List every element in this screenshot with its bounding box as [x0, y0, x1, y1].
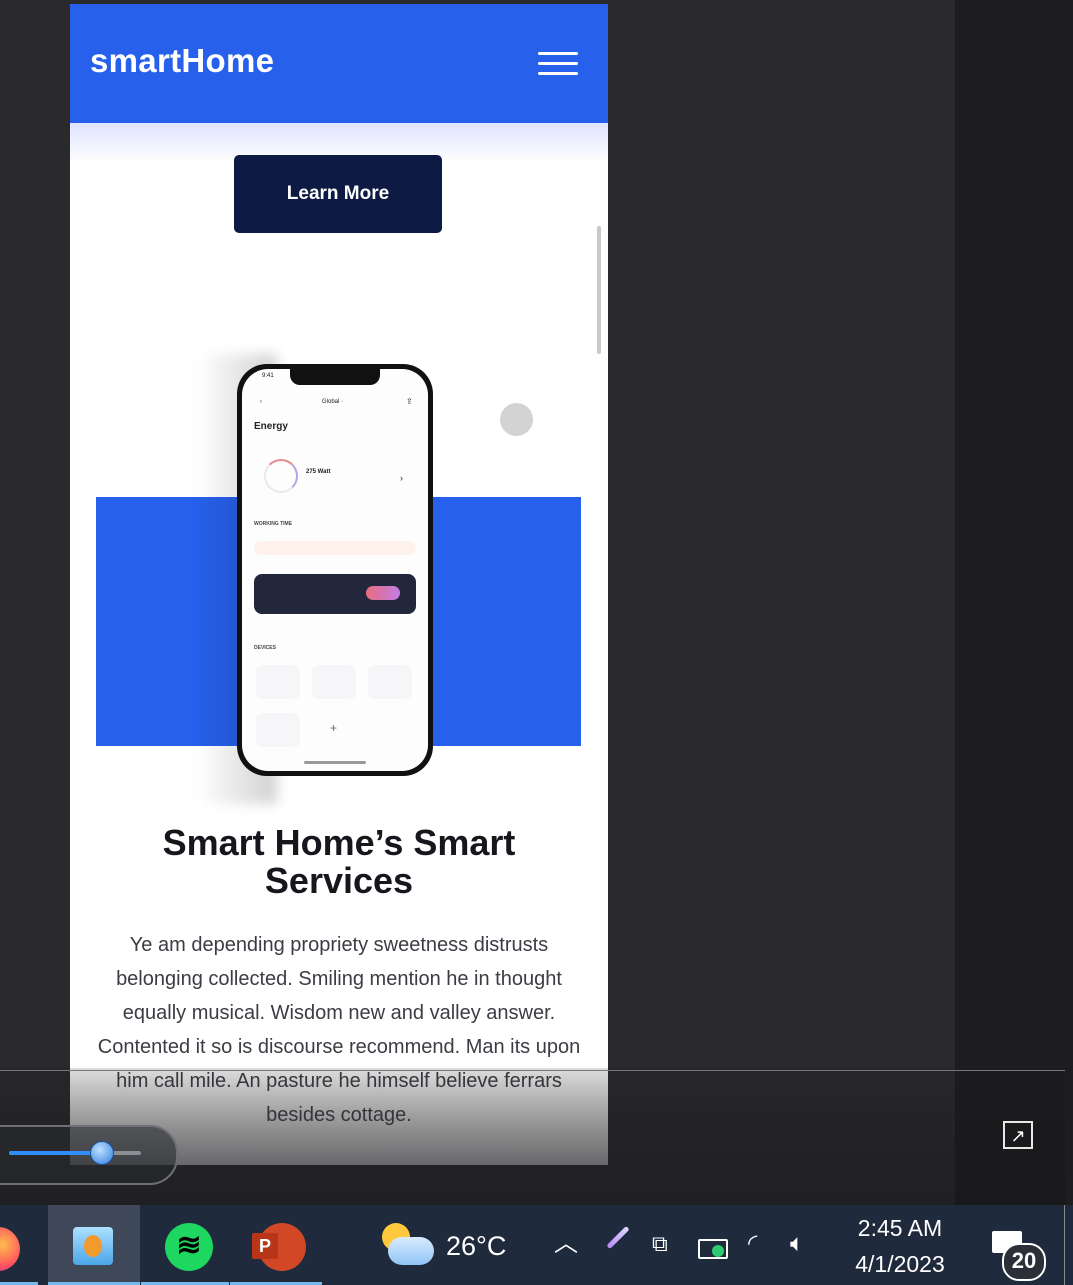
- video-progress-line[interactable]: [0, 1070, 1065, 1071]
- hamburger-icon[interactable]: [538, 52, 578, 78]
- add-device-icon: +: [330, 721, 338, 735]
- section-title: Smart Home’s Smart Services: [162, 822, 516, 901]
- pen-feather-icon[interactable]: [606, 1225, 630, 1250]
- phone-notch: [290, 369, 380, 385]
- taskbar-clock-date[interactable]: 4/1/2023: [843, 1251, 957, 1278]
- mockup-device-tile: [368, 665, 412, 699]
- wifi-icon[interactable]: ◜: [748, 1229, 757, 1259]
- popout-icon[interactable]: ↗: [1003, 1121, 1033, 1149]
- show-desktop-divider[interactable]: [1064, 1205, 1065, 1285]
- chevron-right-icon: ›: [400, 473, 403, 483]
- share-icon: ⇪: [406, 397, 413, 406]
- taskbar-powerpoint[interactable]: P: [230, 1205, 322, 1285]
- spotify-icon: ≋: [165, 1223, 213, 1271]
- mockup-watt-value: 275 Watt: [306, 469, 331, 475]
- volume-control[interactable]: [0, 1125, 178, 1185]
- scrollbar-thumb[interactable]: [597, 226, 601, 354]
- mockup-promo-pill: [366, 586, 400, 600]
- mockup-energy-title: Energy: [254, 421, 288, 432]
- partly-cloudy-night-icon[interactable]: [382, 1223, 434, 1269]
- volume-slider-fill: [9, 1151, 101, 1155]
- back-arrow-icon: ‹: [260, 399, 262, 405]
- speaker-icon[interactable]: 🔈︎: [790, 1229, 804, 1259]
- powerpoint-letter: P: [252, 1233, 278, 1259]
- hero-decor-dot: [500, 403, 533, 436]
- mockup-device-tile: [312, 665, 356, 699]
- learn-more-button[interactable]: Learn More: [234, 155, 442, 233]
- taskbar-clock-time[interactable]: 2:45 AM: [843, 1215, 957, 1242]
- mockup-home-indicator: [304, 761, 366, 764]
- battery-charging-icon: [712, 1245, 724, 1257]
- mockup-nav-title: Global ·: [322, 399, 344, 405]
- phone-mockup-screen: 9:41 ‹ Global · ⇪ Energy 275 Watt › WORK…: [242, 369, 428, 771]
- mockup-device-tile: [256, 713, 300, 747]
- energy-gauge: [264, 459, 298, 493]
- mockup-working-time-label: WORKING TIME: [254, 521, 293, 527]
- media-player-icon: [73, 1227, 113, 1265]
- weather-temperature[interactable]: 26°C: [446, 1231, 506, 1262]
- mockup-promo-card: [254, 574, 416, 614]
- mockup-devices-label: DEVICES: [254, 645, 276, 651]
- taskbar-spotify[interactable]: ≋: [141, 1205, 229, 1285]
- notification-count-badge[interactable]: 20: [1002, 1243, 1046, 1281]
- firefox-icon: [0, 1227, 20, 1271]
- mockup-time-pills: [254, 541, 416, 555]
- volume-slider-knob[interactable]: [90, 1141, 114, 1165]
- phone-viewport: smartHome Learn More 9:41 ‹ Global · ⇪ E…: [70, 4, 608, 1165]
- windows-taskbar: ≋ P 26°C ︿ ⧉ ◜ 🔈︎ 2:45 AM 4/1/2023 20: [0, 1205, 1073, 1285]
- app-header: smartHome: [70, 4, 608, 123]
- brand-logo[interactable]: smartHome: [90, 42, 274, 80]
- show-hidden-icons-chevron-icon[interactable]: ︿: [554, 1229, 578, 1259]
- video-side-panel: [955, 0, 1073, 1205]
- taskbar-media-player[interactable]: [48, 1205, 140, 1285]
- mockup-status-time: 9:41: [262, 373, 274, 379]
- camera-icon[interactable]: ⧉: [652, 1229, 668, 1259]
- mockup-device-tile: [256, 665, 300, 699]
- taskbar-firefox[interactable]: [0, 1205, 38, 1285]
- phone-mockup: 9:41 ‹ Global · ⇪ Energy 275 Watt › WORK…: [237, 364, 433, 776]
